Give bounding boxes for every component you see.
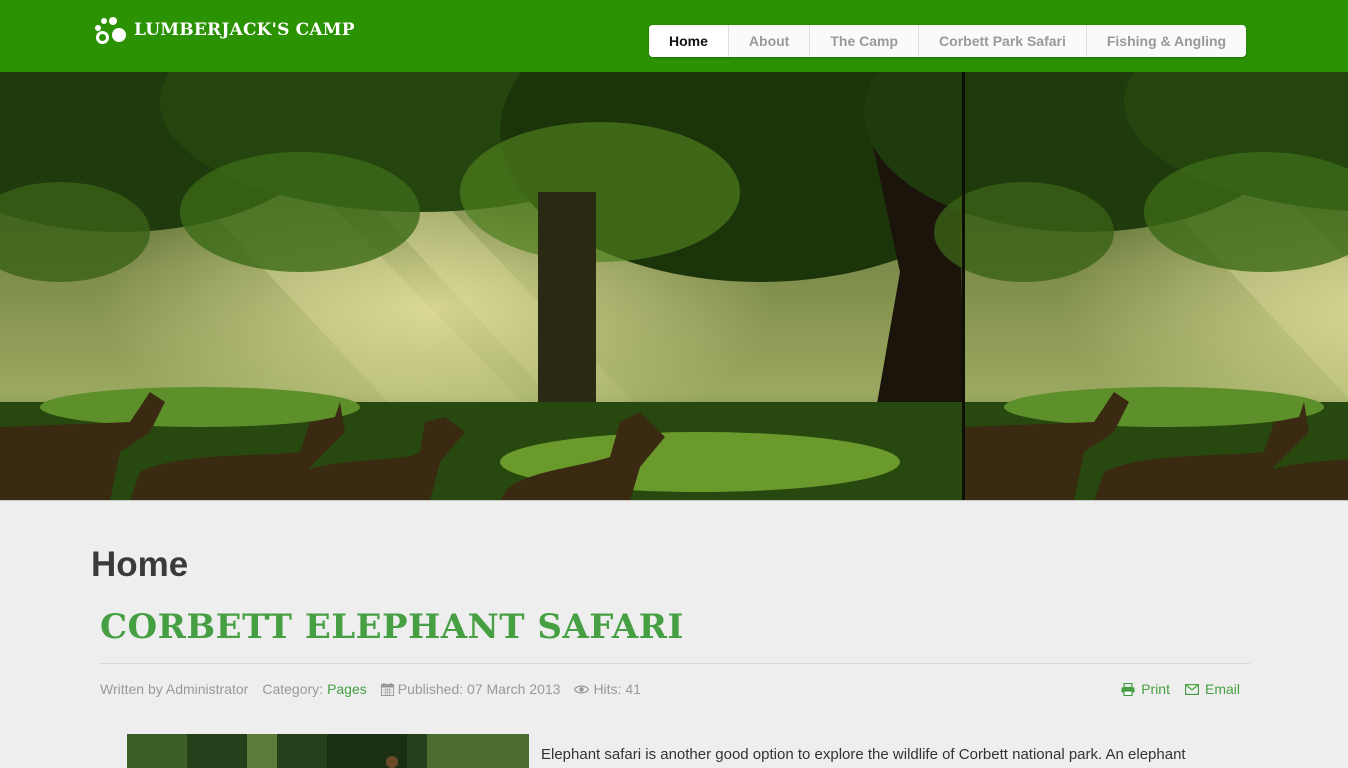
nav-item-about[interactable]: About — [729, 25, 811, 57]
category-link[interactable]: Pages — [327, 681, 367, 697]
nav-item-home[interactable]: Home — [649, 25, 729, 57]
nav-item-the-camp[interactable]: The Camp — [810, 25, 920, 57]
email-label: Email — [1204, 681, 1240, 697]
title-divider — [100, 663, 1250, 664]
article-actions: Print Email — [1121, 681, 1240, 697]
published-text: Published: 07 March 2013 — [397, 681, 561, 697]
nav-item-corbett-park-safari[interactable]: Corbett Park Safari — [919, 25, 1087, 57]
paw-icon — [92, 15, 132, 45]
author-label: Written by Administrator — [100, 681, 249, 697]
main-nav: Home About The Camp Corbett Park Safari … — [649, 25, 1247, 57]
print-link[interactable]: Print — [1121, 681, 1170, 697]
hits-count: Hits: 41 — [574, 681, 641, 697]
page-title: Home — [91, 545, 189, 584]
article-title[interactable]: CORBETT ELEPHANT SAFARI — [100, 607, 684, 647]
envelope-icon — [1184, 683, 1199, 695]
hits-text: Hits: 41 — [593, 681, 641, 697]
published-date: Published: 07 March 2013 — [380, 681, 561, 697]
eye-icon — [574, 685, 590, 693]
brand-name: LUMBERJACK'S CAMP — [134, 20, 355, 40]
hero-banner-image — [0, 72, 1348, 501]
print-label: Print — [1141, 681, 1170, 697]
article-intro-text: Elephant safari is another good option t… — [541, 746, 1186, 763]
article-meta: Written by Administrator Category: Pages… — [100, 681, 641, 697]
printer-icon — [1121, 682, 1135, 696]
calendar-icon — [380, 682, 394, 696]
article-thumbnail-image — [127, 734, 529, 768]
nav-item-fishing-angling[interactable]: Fishing & Angling — [1087, 25, 1246, 57]
email-link[interactable]: Email — [1184, 681, 1240, 697]
site-header: LUMBERJACK'S CAMP Home About The Camp Co… — [0, 0, 1348, 72]
site-logo[interactable]: LUMBERJACK'S CAMP — [92, 14, 355, 46]
category-label: Category: — [262, 681, 324, 697]
